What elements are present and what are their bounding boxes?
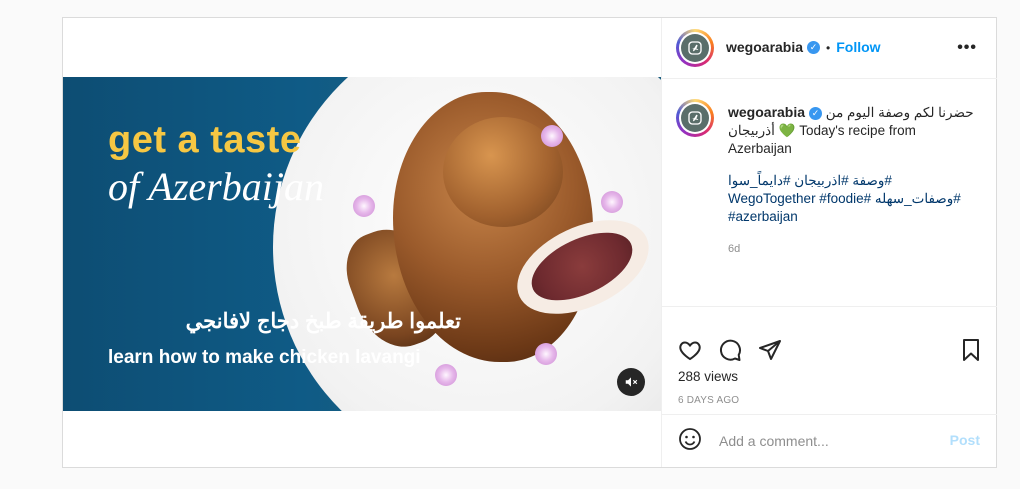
- post-date[interactable]: 6 DAYS AGO: [678, 395, 739, 406]
- muted-speaker-icon: [625, 377, 638, 387]
- flower-decoration: [541, 125, 563, 147]
- caption-text: wegoarabia ✓ حضرنا لكم وصفة اليوم من أذرب…: [728, 103, 978, 258]
- comment-icon: [719, 339, 741, 361]
- comment-input[interactable]: [717, 430, 941, 452]
- more-options-icon[interactable]: •••: [957, 39, 977, 57]
- avatar[interactable]: [676, 29, 714, 67]
- post-sidebar: wegoarabia ✓ • Follow ••• wegoarabia ✓ ح…: [661, 18, 997, 467]
- like-button[interactable]: [678, 338, 704, 364]
- follow-button[interactable]: Follow: [836, 39, 880, 55]
- video-title-line1: get a taste: [108, 119, 302, 161]
- green-heart-icon: 💚: [778, 123, 796, 138]
- airplane-icon: [688, 41, 702, 55]
- post-header: wegoarabia ✓ • Follow •••: [662, 18, 997, 79]
- paper-plane-icon: [759, 340, 781, 360]
- view-count[interactable]: 288 views: [678, 369, 738, 384]
- video-subtitle-english: learn how to make chicken lavangi: [108, 347, 421, 368]
- flower-decoration: [601, 191, 623, 213]
- header-user-info: wegoarabia ✓ • Follow: [726, 39, 881, 57]
- flower-decoration: [435, 364, 457, 386]
- media-column: get a taste of Azerbaijan تعلموا طريقة ط…: [63, 18, 661, 467]
- flower-decoration: [535, 343, 557, 365]
- bookmark-icon: [963, 339, 979, 361]
- post-card: get a taste of Azerbaijan تعلموا طريقة ط…: [62, 17, 997, 468]
- caption-username-link[interactable]: wegoarabia: [728, 104, 805, 120]
- verified-badge-icon: ✓: [809, 106, 823, 120]
- post-comment-button[interactable]: Post: [950, 432, 980, 448]
- caption-avatar[interactable]: [676, 99, 714, 137]
- share-button[interactable]: [758, 338, 784, 364]
- mute-button[interactable]: [617, 368, 645, 396]
- hashtags: #وصفة #اذربيجان #دايماً_سوا #وصفات_سهله …: [728, 172, 978, 226]
- video-title-line2: of Azerbaijan: [108, 164, 324, 209]
- action-bar: 288 views 6 DAYS AGO: [662, 306, 997, 415]
- emoji-button[interactable]: [678, 427, 704, 453]
- verified-badge-icon: ✓: [807, 41, 821, 55]
- hashtag-line[interactable]: #وصفة #اذربيجان #دايماً_سوا: [728, 172, 978, 190]
- video-subtitle-arabic: تعلموا طريقة طبخ دجاج لافانجي: [185, 310, 461, 333]
- video-player[interactable]: get a taste of Azerbaijan تعلموا طريقة ط…: [63, 77, 661, 411]
- separator-dot: •: [826, 41, 831, 55]
- save-button[interactable]: [959, 338, 985, 364]
- airplane-icon: [688, 111, 702, 125]
- caption-timestamp[interactable]: 6d: [728, 240, 978, 258]
- comment-button[interactable]: [718, 338, 744, 364]
- caption-section: wegoarabia ✓ حضرنا لكم وصفة اليوم من أذرب…: [662, 79, 997, 307]
- hashtag-line[interactable]: #وصفات_سهله #WegoTogether #foodie: [728, 190, 978, 208]
- flower-decoration: [353, 195, 375, 217]
- username-link[interactable]: wegoarabia: [726, 39, 803, 55]
- hashtag-line[interactable]: #azerbaijan: [728, 208, 978, 226]
- emoji-icon: [679, 428, 701, 450]
- heart-icon: [679, 341, 701, 361]
- comment-box: Post: [662, 414, 997, 467]
